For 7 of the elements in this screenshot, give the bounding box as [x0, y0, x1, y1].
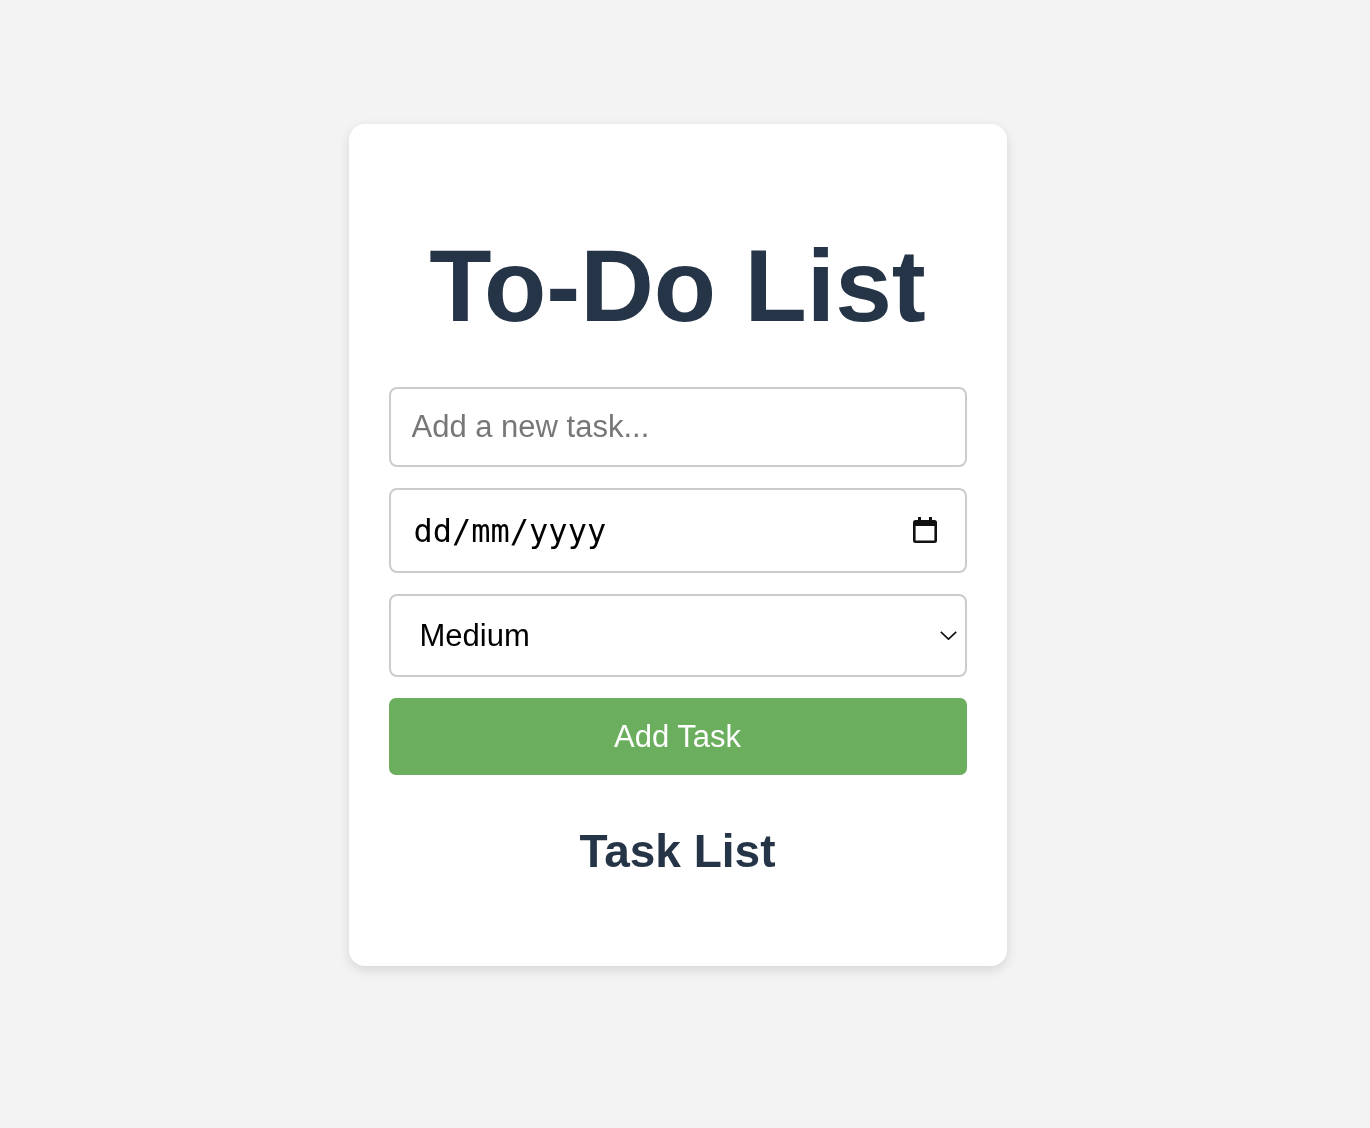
- chevron-down-icon: [939, 631, 957, 641]
- page-title: To-Do List: [428, 228, 927, 345]
- priority-select[interactable]: Medium: [388, 594, 967, 678]
- task-input-field[interactable]: Add a new task...: [388, 387, 967, 468]
- calendar-icon[interactable]: [912, 517, 937, 544]
- section-heading: Task List: [578, 825, 777, 879]
- date-input-field[interactable]: dd/mm/yyyy: [388, 488, 967, 574]
